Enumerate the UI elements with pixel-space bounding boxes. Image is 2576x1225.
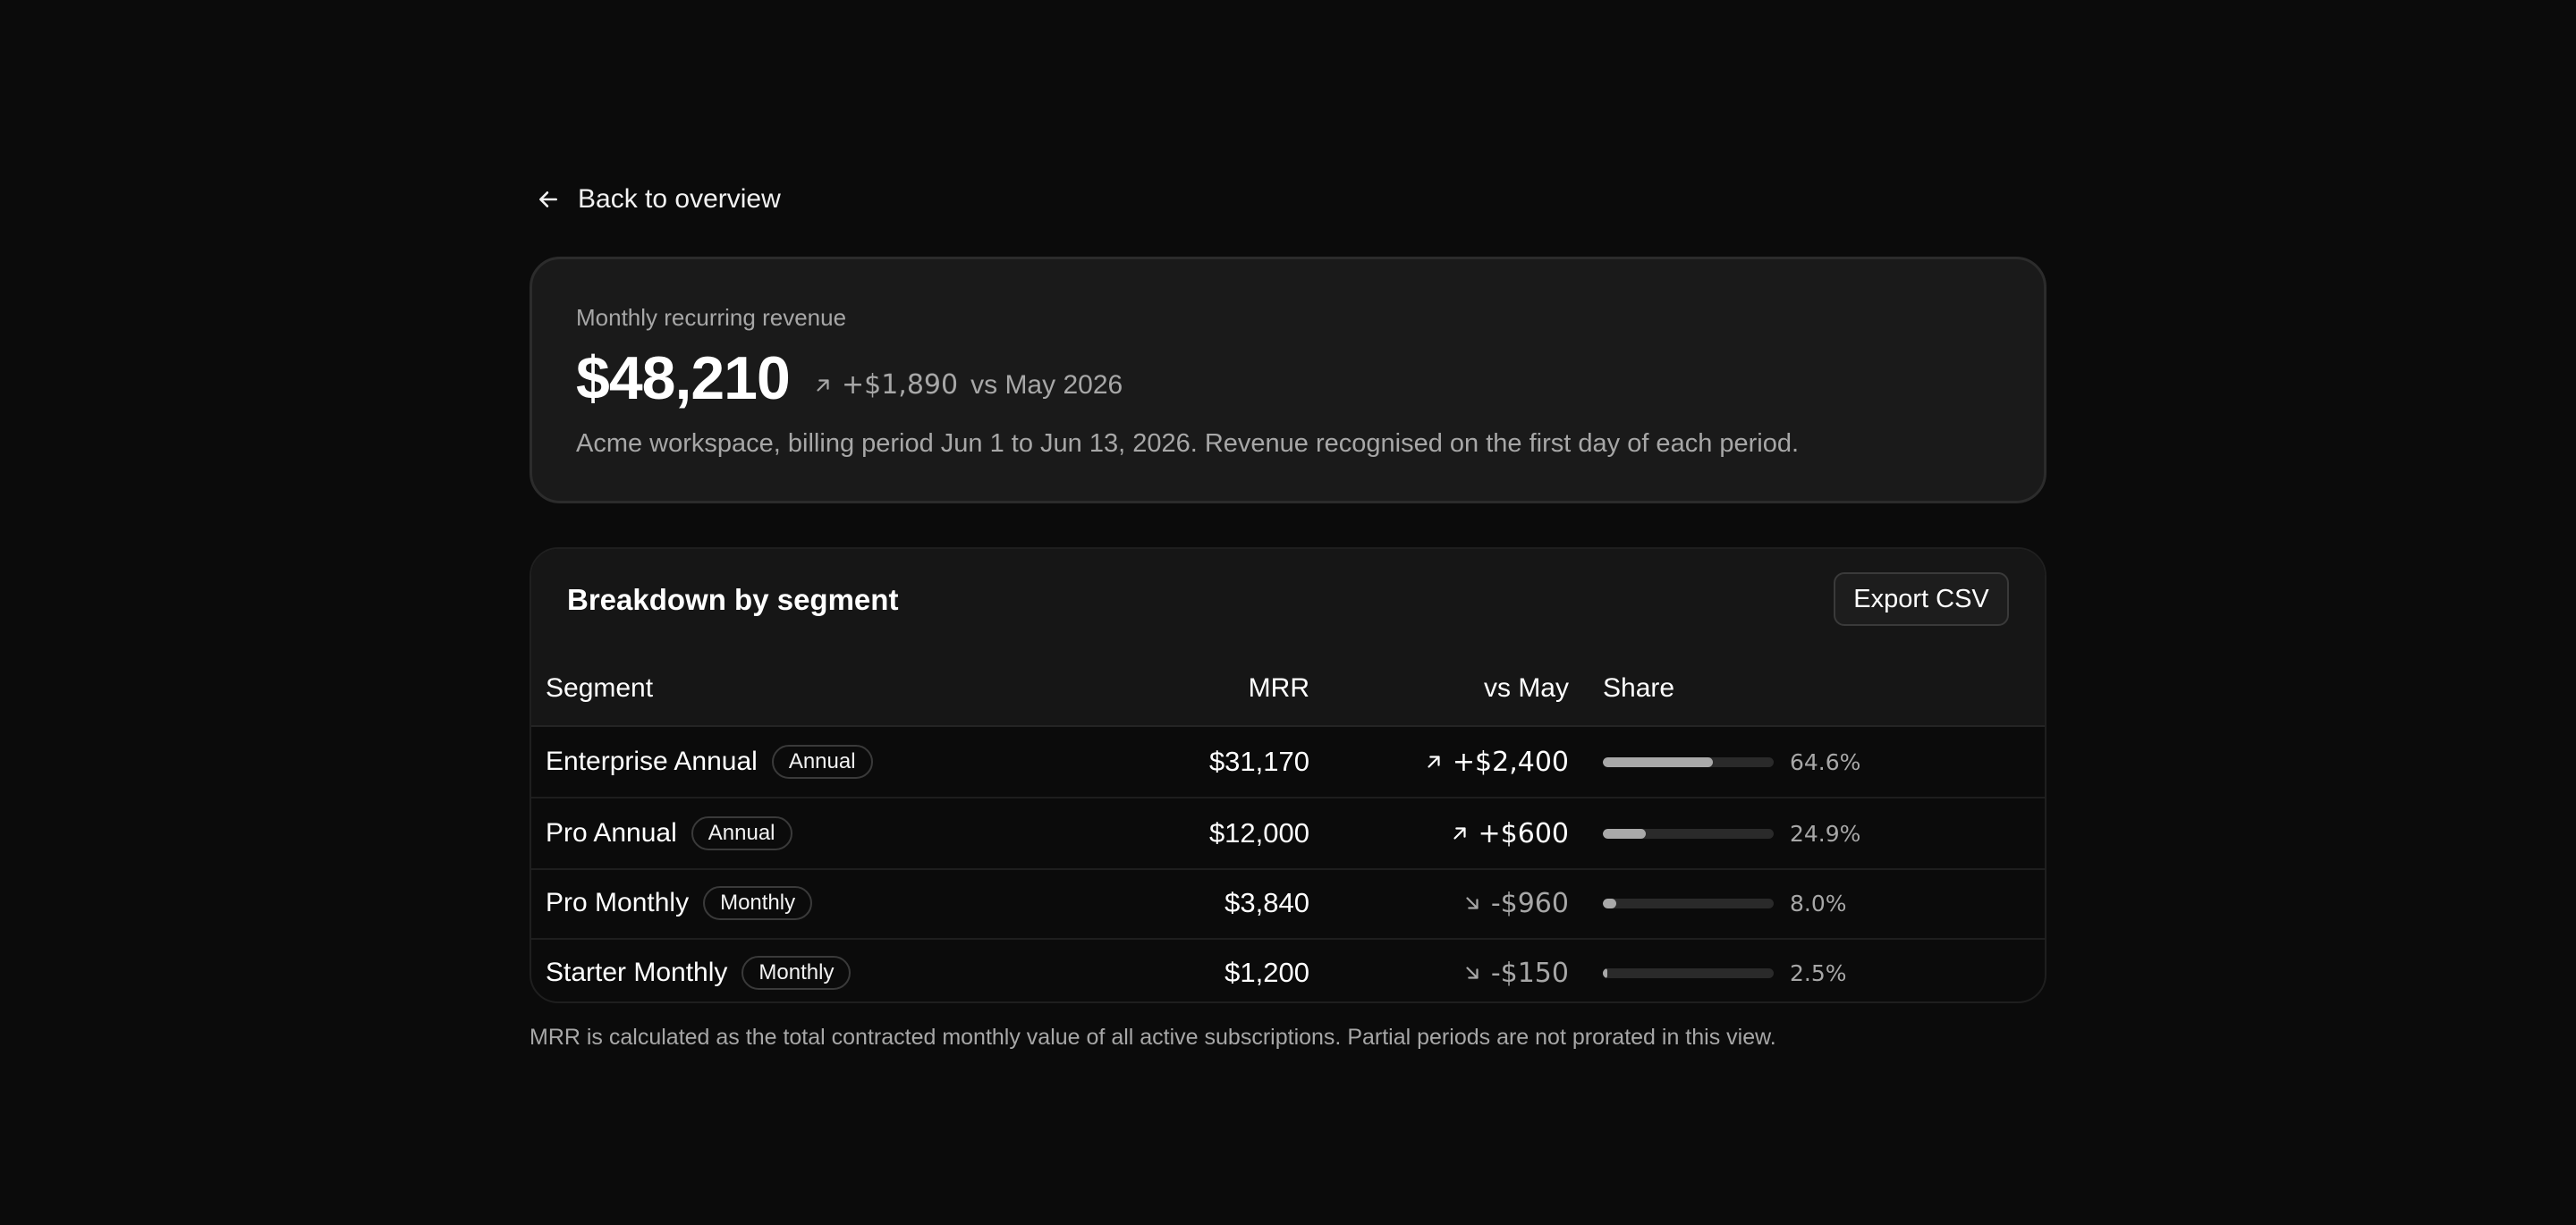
column-header-share[interactable]: Share: [1603, 673, 1674, 704]
table-header-bar: Breakdown by segment Export CSV: [531, 549, 2045, 654]
plan-badge: Monthly: [741, 956, 852, 990]
arrow-down-right-icon: [1466, 897, 1479, 909]
delta-cell: -$960: [1462, 868, 1569, 938]
export-csv-button[interactable]: Export CSV: [1834, 572, 2009, 626]
column-header-mrr[interactable]: MRR: [1249, 673, 1309, 704]
arrow-up-right-icon: [817, 378, 829, 392]
share-bar: [1603, 967, 1774, 978]
table-row[interactable]: Starter Monthly Monthly $1,200 -$150 2.5…: [531, 938, 2045, 1001]
table-row[interactable]: Pro Annual Annual $12,000 +$600 24.9%: [531, 798, 2045, 870]
share-percent: 24.9%: [1790, 820, 1861, 847]
mrr-cell: $3,840: [1224, 887, 1309, 918]
arrow-down-right-icon: [1466, 967, 1479, 979]
mrr-comparison: vs May 2026: [970, 369, 1123, 400]
share-percent: 2.5%: [1790, 959, 1847, 986]
column-header-vs[interactable]: vs May: [1484, 673, 1569, 704]
segment-cell: Pro Monthly Monthly: [546, 868, 813, 938]
mrr-value: $48,210: [576, 344, 791, 412]
share-bar-fill: [1603, 967, 1607, 978]
table-row[interactable]: Pro Monthly Monthly $3,840 -$960 8.0%: [531, 868, 2045, 940]
mrr-cell: $12,000: [1208, 817, 1309, 849]
segment-name: Enterprise Annual: [546, 747, 758, 776]
mrr-description: Acme workspace, billing period Jun 1 to …: [576, 429, 1800, 458]
table-column-headers: Segment MRR vs May Share: [531, 652, 2045, 727]
share-bar-fill: [1603, 756, 1714, 767]
plan-badge: Monthly: [703, 886, 813, 920]
mrr-delta: +$1,890 vs May 2026: [813, 369, 1123, 401]
share-cell: 64.6%: [1603, 727, 1860, 797]
table-title: Breakdown by segment: [567, 583, 899, 616]
segment-name: Pro Annual: [546, 818, 677, 848]
footnote: MRR is calculated as the total contracte…: [530, 1025, 1776, 1050]
delta-value: -$150: [1490, 957, 1569, 989]
share-percent: 64.6%: [1790, 748, 1861, 775]
delta-value: -$960: [1490, 887, 1569, 919]
mrr-delta-value: +$1,890: [842, 369, 959, 401]
segment-cell: Pro Annual Annual: [546, 798, 792, 868]
arrow-up-right-icon: [1428, 756, 1440, 768]
share-percent: 8.0%: [1790, 890, 1847, 917]
segment-cell: Starter Monthly Monthly: [546, 938, 852, 1001]
segment-name: Pro Monthly: [546, 888, 690, 917]
segment-breakdown-table: Breakdown by segment Export CSV Segment …: [530, 547, 2046, 1003]
share-cell: 2.5%: [1603, 938, 1847, 1001]
share-bar: [1603, 756, 1774, 767]
segment-cell: Enterprise Annual Annual: [546, 727, 873, 797]
mrr-cell: $31,170: [1208, 746, 1309, 777]
share-cell: 8.0%: [1603, 868, 1847, 938]
table-row[interactable]: Enterprise Annual Annual $31,170 +$2,400…: [531, 727, 2045, 798]
share-bar-fill: [1603, 898, 1617, 908]
share-bar: [1603, 898, 1774, 908]
delta-cell: +$600: [1450, 798, 1569, 868]
plan-badge: Annual: [771, 745, 873, 779]
delta-cell: -$150: [1462, 938, 1569, 1001]
mrr-cell: $1,200: [1224, 957, 1309, 988]
plan-badge: Annual: [691, 816, 792, 850]
arrow-up-right-icon: [1453, 827, 1466, 840]
mrr-summary-card: Monthly recurring revenue $48,210 +$1,89…: [530, 257, 2046, 503]
column-header-segment[interactable]: Segment: [546, 673, 653, 704]
delta-value: +$2,400: [1452, 746, 1569, 778]
share-cell: 24.9%: [1603, 798, 1860, 868]
delta-cell: +$2,400: [1424, 727, 1569, 797]
arrow-left-icon: [539, 191, 557, 207]
back-link-label: Back to overview: [578, 184, 781, 214]
delta-value: +$600: [1478, 817, 1569, 849]
mrr-label: Monthly recurring revenue: [576, 304, 847, 331]
share-bar: [1603, 828, 1774, 839]
segment-name: Starter Monthly: [546, 958, 728, 987]
share-bar-fill: [1603, 828, 1646, 839]
back-to-overview-link[interactable]: Back to overview: [530, 179, 788, 220]
